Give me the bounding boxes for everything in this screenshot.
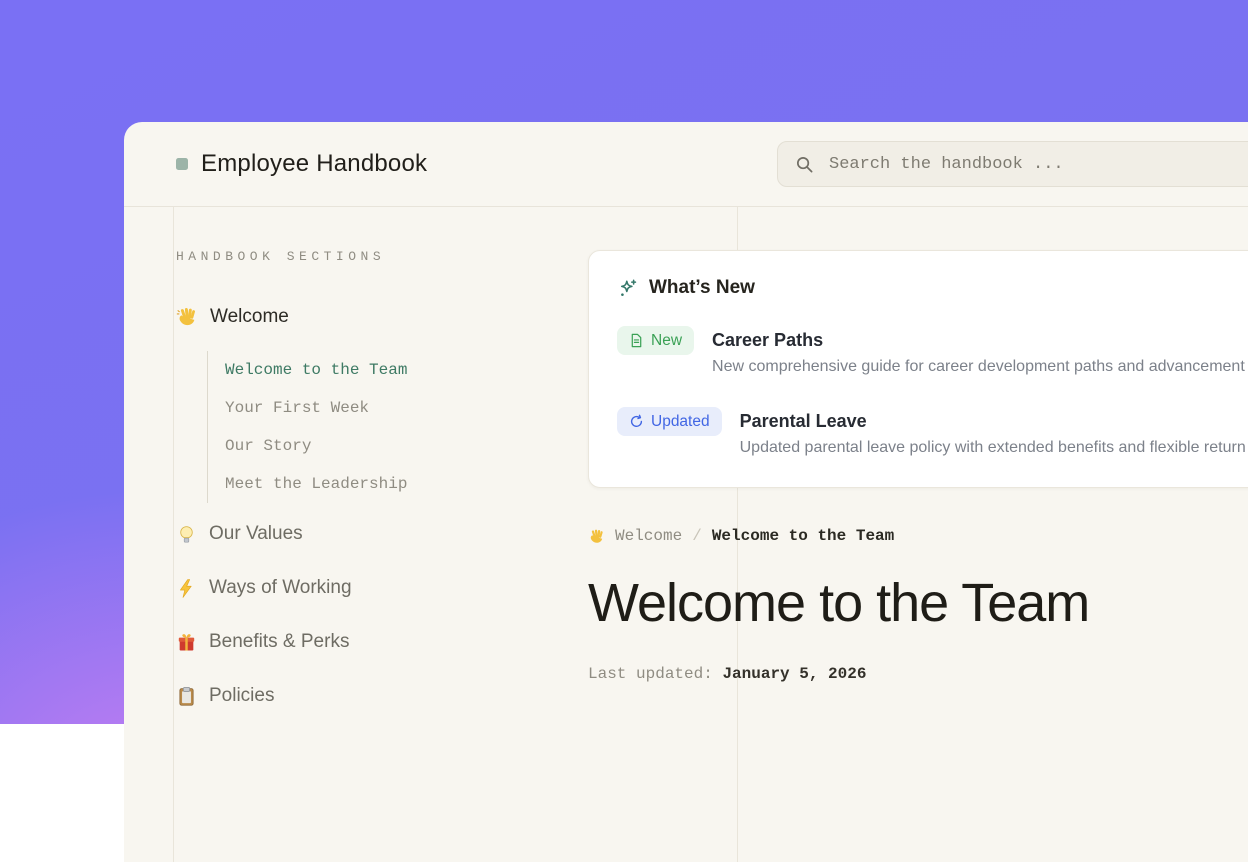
search-bar[interactable] bbox=[777, 141, 1248, 187]
sparkle-icon bbox=[617, 278, 638, 299]
whats-new-item-text: Career Paths New comprehensive guide for… bbox=[712, 326, 1245, 376]
gift-icon bbox=[176, 632, 197, 653]
sidebar-item-label: Welcome bbox=[210, 306, 289, 328]
grid-rule-left bbox=[173, 207, 174, 862]
refresh-icon bbox=[629, 414, 644, 429]
whats-new-item-text: Parental Leave Updated parental leave po… bbox=[740, 407, 1246, 457]
whats-new-item-parental-leave[interactable]: Updated Parental Leave Updated parental … bbox=[617, 407, 1248, 457]
handbook-app-window: Employee Handbook HANDBOOK SECTIONS bbox=[124, 122, 1248, 862]
sidebar-item-label: Our Values bbox=[209, 523, 303, 545]
subnav-item-your-first-week[interactable]: Your First Week bbox=[208, 389, 508, 427]
badge-label: New bbox=[651, 332, 682, 350]
sidebar-item-our-values[interactable]: Our Values bbox=[176, 507, 496, 561]
sidebar-section-label: HANDBOOK SECTIONS bbox=[176, 249, 385, 264]
subnav-item-meet-the-leadership[interactable]: Meet the Leadership bbox=[208, 465, 508, 503]
sidebar-item-benefits-perks[interactable]: Benefits & Perks bbox=[176, 615, 496, 669]
last-updated-label: Last updated: bbox=[588, 665, 713, 683]
waving-hand-icon bbox=[176, 306, 198, 328]
updated-badge: Updated bbox=[617, 407, 722, 436]
sidebar-item-policies[interactable]: Policies bbox=[176, 669, 496, 723]
whats-new-title: What’s New bbox=[649, 277, 755, 299]
sidebar-sections-list: Our Values Ways of Working bbox=[176, 507, 496, 723]
whats-new-header: What’s New bbox=[617, 277, 1248, 299]
sidebar-item-label: Benefits & Perks bbox=[209, 631, 349, 653]
whats-new-item-career-paths[interactable]: New Career Paths New comprehensive guide… bbox=[617, 326, 1248, 376]
badge-label: Updated bbox=[651, 413, 710, 431]
sidebar-item-label: Policies bbox=[209, 685, 274, 707]
sidebar-item-welcome[interactable]: Welcome bbox=[176, 306, 289, 328]
purple-backdrop: Employee Handbook HANDBOOK SECTIONS bbox=[0, 0, 1248, 724]
brand-name: Employee Handbook bbox=[201, 150, 427, 178]
sidebar-item-label: Ways of Working bbox=[209, 577, 352, 599]
brand-mark-icon bbox=[176, 158, 188, 170]
search-input[interactable] bbox=[827, 154, 1248, 175]
breadcrumb: Welcome / Welcome to the Team bbox=[588, 527, 894, 545]
whats-new-card: What’s New New Career Paths New bbox=[588, 250, 1248, 488]
subnav-item-welcome-to-the-team[interactable]: Welcome to the Team bbox=[208, 351, 508, 389]
breadcrumb-section[interactable]: Welcome bbox=[615, 527, 682, 545]
whats-new-item-description: New comprehensive guide for career devel… bbox=[712, 358, 1245, 376]
whats-new-item-title: Parental Leave bbox=[740, 407, 1246, 436]
last-updated: Last updated: January 5, 2026 bbox=[588, 665, 866, 683]
last-updated-value: January 5, 2026 bbox=[722, 665, 866, 683]
document-icon bbox=[629, 333, 644, 348]
app-header: Employee Handbook bbox=[124, 122, 1248, 207]
subnav-item-our-story[interactable]: Our Story bbox=[208, 427, 508, 465]
whats-new-item-description: Updated parental leave policy with exten… bbox=[740, 439, 1246, 457]
page-body: HANDBOOK SECTIONS bbox=[124, 207, 1248, 862]
search-icon bbox=[795, 155, 814, 174]
sidebar-subnav-welcome: Welcome to the Team Your First Week Our … bbox=[207, 351, 508, 503]
breadcrumb-current: Welcome to the Team bbox=[712, 527, 894, 545]
breadcrumb-separator: / bbox=[692, 527, 702, 545]
clipboard-icon bbox=[176, 686, 197, 707]
page-title: Welcome to the Team bbox=[588, 572, 1089, 634]
lightning-bolt-icon bbox=[176, 578, 197, 599]
sidebar-item-ways-of-working[interactable]: Ways of Working bbox=[176, 561, 496, 615]
whats-new-item-title: Career Paths bbox=[712, 326, 1245, 355]
waving-hand-icon bbox=[588, 528, 605, 545]
brand-logo[interactable]: Employee Handbook bbox=[176, 150, 427, 178]
new-badge: New bbox=[617, 326, 694, 355]
lightbulb-icon bbox=[176, 524, 197, 545]
